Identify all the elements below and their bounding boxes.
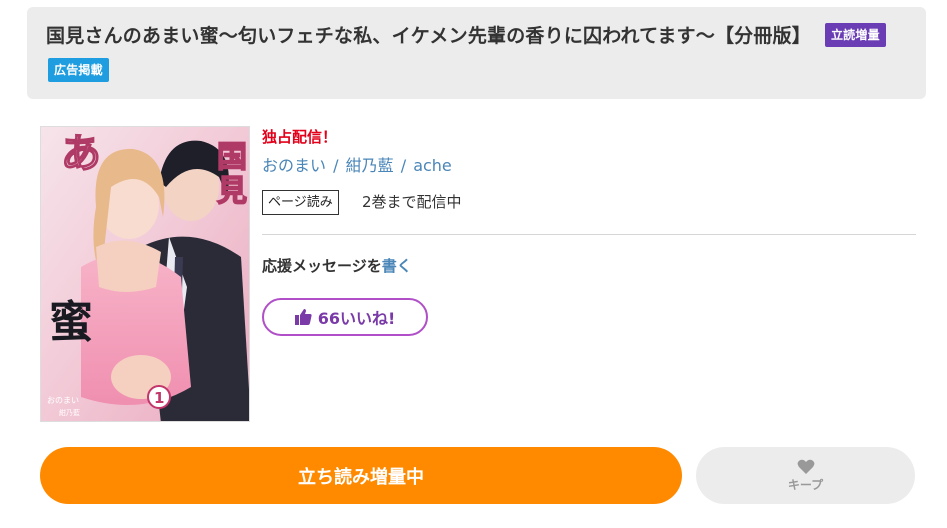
book-cover-image: 国 見 あ 蜜 1 おのまい 紺乃藍 (41, 127, 249, 421)
svg-text:紺乃藍: 紺乃藍 (59, 408, 80, 417)
svg-text:おのまい: おのまい (47, 396, 79, 405)
exclusive-label: 独占配信！ (262, 128, 338, 146)
author-separator: / (333, 156, 339, 175)
svg-text:蜜: 蜜 (49, 297, 93, 348)
support-prefix: 応援メッセージを (262, 257, 382, 275)
author-link[interactable]: ache (413, 156, 452, 175)
author-link[interactable]: 紺乃藍 (346, 156, 394, 175)
heart-icon (797, 459, 814, 474)
svg-text:国: 国 (217, 140, 247, 175)
book-cover[interactable]: 国 見 あ 蜜 1 おのまい 紺乃藍 (40, 126, 250, 422)
title-header: 国見さんのあまい蜜～匂いフェチな私、イケメン先輩の香りに囚われてます～【分冊版】… (27, 7, 926, 99)
divider (262, 234, 916, 235)
like-button[interactable]: 66いいね! (262, 298, 428, 336)
format-tag: ページ読み (262, 190, 339, 215)
keep-label: キープ (787, 477, 824, 492)
trial-read-button[interactable]: 立ち読み増量中 (40, 447, 682, 504)
book-title-text: 国見さんのあまい蜜～匂いフェチな私、イケメン先輩の香りに囚われてます～【分冊版】 (46, 25, 811, 47)
svg-text:見: 見 (217, 174, 247, 209)
thumbs-up-icon (294, 309, 312, 325)
badge-trial-increase: 立読増量 (824, 23, 886, 47)
volumes-status: 2巻まで配信中 (362, 193, 462, 211)
authors: おのまい / 紺乃藍 / ache (262, 152, 452, 176)
support-message: 応援メッセージを書く (262, 255, 412, 276)
author-link[interactable]: おのまい (262, 156, 326, 175)
badge-ad: 広告掲載 (48, 58, 109, 82)
author-separator: / (400, 156, 407, 175)
like-count: 66いいね! (317, 309, 396, 328)
trial-read-label: 立ち読み増量中 (298, 466, 424, 488)
keep-button[interactable]: キープ (696, 447, 915, 504)
book-title: 国見さんのあまい蜜～匂いフェチな私、イケメン先輩の香りに囚われてます～【分冊版】… (46, 19, 908, 89)
svg-text:あ: あ (61, 130, 101, 177)
write-message-link[interactable]: 書く (382, 257, 412, 275)
cover-volume-number: 1 (154, 389, 164, 407)
